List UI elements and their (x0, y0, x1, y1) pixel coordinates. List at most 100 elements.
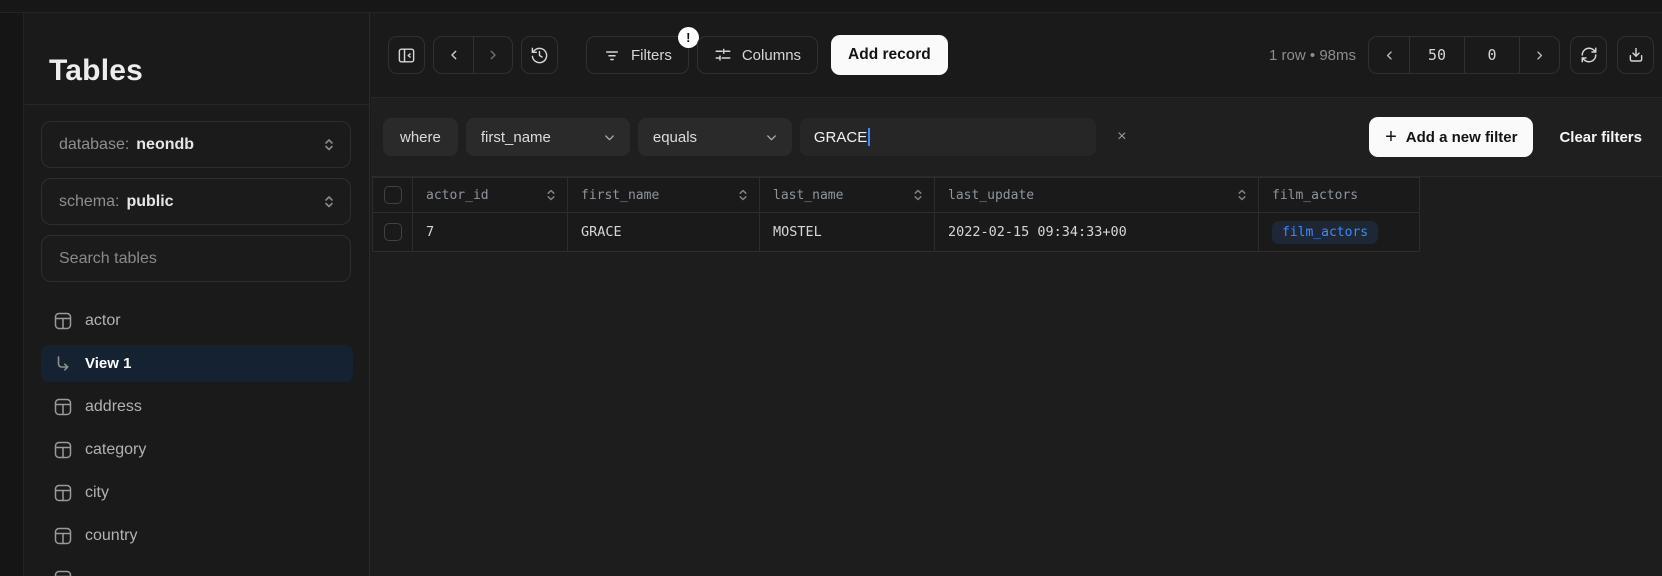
refresh-button[interactable] (1570, 36, 1607, 74)
sidebar-item-label: city (85, 484, 109, 502)
table-icon (54, 570, 72, 576)
chevron-right-icon (485, 47, 501, 63)
schema-select[interactable]: schema: public (41, 178, 351, 225)
chevron-right-icon (1532, 48, 1547, 63)
search-tables-box (41, 235, 351, 282)
table-icon (54, 527, 72, 545)
left-edge-strip (0, 13, 24, 576)
download-icon (1627, 46, 1645, 64)
chevron-down-icon (602, 130, 617, 145)
sidebar-item-clipped[interactable] (41, 560, 353, 576)
columns-button[interactable]: Columns (697, 36, 818, 74)
toolbar-right: 1 row • 98ms 50 0 (1269, 36, 1654, 74)
pagination-control: 50 0 (1368, 36, 1560, 74)
column-header-last-name[interactable]: last_name (760, 178, 935, 212)
updown-caret-icon (322, 194, 336, 209)
filter-lines-icon (603, 46, 621, 64)
history-button[interactable] (521, 36, 558, 74)
main-area: Filters ! Columns Add record 1 row • 98m… (371, 13, 1662, 576)
add-filter-button[interactable]: + Add a new filter (1369, 117, 1533, 157)
text-caret (868, 128, 870, 146)
add-record-button[interactable]: Add record (831, 35, 948, 75)
sidebar-item-label: country (85, 527, 137, 545)
schema-select-label: schema: (59, 193, 119, 211)
table-row: 7 GRACE MOSTEL 2022-02-15 09:34:33+00 fi… (373, 213, 1420, 252)
sidebar-item-view-1[interactable]: View 1 (41, 345, 353, 382)
columns-button-label: Columns (742, 47, 801, 64)
filter-column-value: first_name (481, 129, 551, 146)
refresh-icon (1580, 46, 1598, 64)
panel-left-icon (397, 46, 416, 65)
filter-operator-value: equals (653, 129, 697, 146)
table-list: actor View 1 address category city (25, 302, 369, 576)
forward-button[interactable] (473, 37, 512, 73)
database-select[interactable]: database: neondb (41, 121, 351, 168)
row-select-cell (373, 213, 413, 251)
toggle-sidebar-button[interactable] (388, 36, 425, 74)
column-header-last-update[interactable]: last_update (935, 178, 1259, 212)
window-top-strip (0, 0, 1662, 13)
column-header-actor-id[interactable]: actor_id (413, 178, 568, 212)
filter-column-select[interactable]: first_name (466, 118, 630, 156)
filter-bar: where first_name equals GRACE × + Add a … (371, 98, 1662, 177)
sort-icon[interactable] (545, 188, 557, 202)
sidebar-item-label: category (85, 441, 146, 459)
sidebar-item-category[interactable]: category (41, 431, 353, 468)
filter-value-text: GRACE (814, 129, 867, 146)
toolbar: Filters ! Columns Add record 1 row • 98m… (371, 13, 1662, 98)
sort-icon[interactable] (912, 188, 924, 202)
table-icon (54, 398, 72, 416)
column-header-label: actor_id (426, 188, 489, 203)
sidebar-item-address[interactable]: address (41, 388, 353, 425)
filter-operator-select[interactable]: equals (638, 118, 792, 156)
cell-last-name[interactable]: MOSTEL (760, 213, 935, 251)
filters-button-label: Filters (631, 47, 672, 64)
sort-icon[interactable] (737, 188, 749, 202)
search-tables-input[interactable] (42, 250, 350, 268)
chevron-left-icon (446, 47, 462, 63)
download-button[interactable] (1617, 36, 1654, 74)
cell-last-update[interactable]: 2022-02-15 09:34:33+00 (935, 213, 1259, 251)
page-size-field[interactable]: 50 (1409, 37, 1464, 73)
remove-filter-icon[interactable]: × (1108, 123, 1136, 151)
clear-filters-button[interactable]: Clear filters (1559, 129, 1642, 146)
sidebar-item-country[interactable]: country (41, 517, 353, 554)
sidebar-item-city[interactable]: city (41, 474, 353, 511)
table-content-area: actor_id first_name last_name (371, 177, 1662, 576)
table-icon (54, 312, 72, 330)
back-button[interactable] (434, 37, 473, 73)
sort-icon[interactable] (1236, 188, 1248, 202)
sidebar-item-label: address (85, 398, 142, 416)
updown-caret-icon (322, 137, 336, 152)
column-header-label: last_update (948, 188, 1034, 203)
page-next-button[interactable] (1519, 37, 1559, 73)
data-grid: actor_id first_name last_name (372, 177, 1420, 252)
sidebar-item-label: actor (85, 312, 121, 330)
database-select-label: database: (59, 136, 129, 154)
sidebar-item-label: View 1 (85, 355, 131, 372)
database-select-value: neondb (136, 136, 194, 154)
add-filter-button-label: Add a new filter (1406, 129, 1518, 146)
chevron-left-icon (1382, 48, 1397, 63)
sidebar-header: Tables (25, 13, 369, 105)
column-header-label: last_name (773, 188, 843, 203)
sliders-icon (714, 46, 732, 64)
column-header-first-name[interactable]: first_name (568, 178, 760, 212)
page-prev-button[interactable] (1369, 37, 1409, 73)
select-all-cell (373, 178, 413, 212)
filter-value-input[interactable]: GRACE (800, 118, 1096, 156)
cell-first-name[interactable]: GRACE (568, 213, 760, 251)
chevron-down-icon (764, 130, 779, 145)
row-checkbox[interactable] (384, 223, 402, 241)
cell-actor-id[interactable]: 7 (413, 213, 568, 251)
column-header-label: film_actors (1272, 188, 1358, 203)
select-all-checkbox[interactable] (384, 186, 402, 204)
table-icon (54, 441, 72, 459)
grid-header-row: actor_id first_name last_name (373, 178, 1420, 213)
column-header-film-actors[interactable]: film_actors (1259, 178, 1420, 212)
history-nav-group (433, 36, 513, 74)
page-offset-field[interactable]: 0 (1464, 37, 1519, 73)
sidebar-item-actor[interactable]: actor (41, 302, 353, 339)
filters-button[interactable]: Filters ! (586, 36, 689, 74)
film-actors-link-badge[interactable]: film_actors (1272, 221, 1378, 244)
